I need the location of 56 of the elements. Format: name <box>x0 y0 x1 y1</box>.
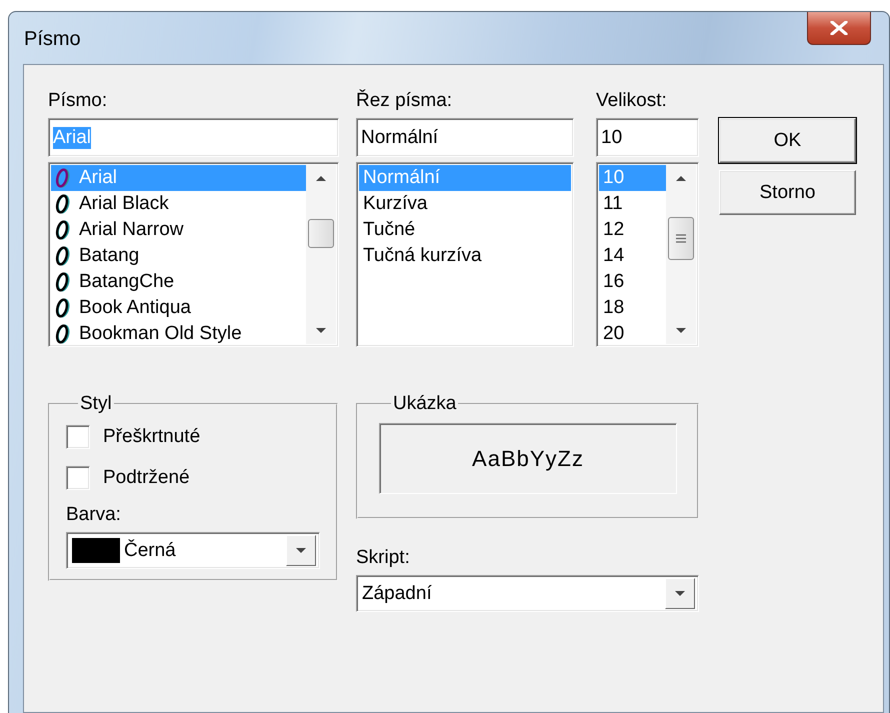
list-item[interactable]: 12 <box>599 217 666 243</box>
list-item[interactable]: Book Antiqua <box>51 295 306 321</box>
close-button[interactable] <box>807 12 871 45</box>
ring-icon <box>55 194 71 214</box>
down-arrow-icon <box>675 590 685 596</box>
checkbox[interactable] <box>66 425 90 449</box>
dialog-button[interactable]: Storno <box>719 170 856 215</box>
dropdown-button[interactable] <box>286 535 316 566</box>
field-label: Písmo: <box>48 90 108 113</box>
ring-icon <box>55 246 71 266</box>
list-item[interactable]: Arial Black <box>51 191 306 217</box>
field-label: Barva: <box>66 504 122 527</box>
group-title: Ukázka <box>392 393 458 415</box>
up-arrow-icon <box>316 175 326 181</box>
group-title: Styl <box>79 393 113 415</box>
scrollbar-thumb[interactable] <box>308 219 334 248</box>
scrollbar-thumb[interactable] <box>668 217 694 260</box>
checkbox-label: Přeškrtnuté <box>103 426 200 448</box>
ring-icon <box>55 324 71 344</box>
scrollbar[interactable] <box>306 165 336 344</box>
list-item[interactable]: Arial Narrow <box>51 217 306 243</box>
list-item[interactable]: Kurzíva <box>359 191 571 217</box>
text-field[interactable]: 10 <box>596 118 699 157</box>
list-item[interactable]: 11 <box>599 191 666 217</box>
down-arrow-icon <box>296 548 306 554</box>
field-label: Skript: <box>356 547 411 570</box>
list-item[interactable]: BatangChe <box>51 269 306 295</box>
preview-text: AaBbYyZz <box>472 446 584 472</box>
ring-icon <box>55 220 71 240</box>
dialog-button[interactable]: OK <box>719 118 856 163</box>
list-item[interactable]: 14 <box>599 243 666 269</box>
dropdown-button[interactable] <box>665 578 695 609</box>
close-icon <box>830 21 848 35</box>
text-field[interactable]: Normální <box>356 118 574 157</box>
color-dropdown[interactable]: Černá <box>66 532 320 569</box>
up-arrow-icon <box>676 175 686 181</box>
ring-icon <box>55 168 71 188</box>
list-item[interactable]: Batang <box>51 243 306 269</box>
list-item[interactable]: 16 <box>599 269 666 295</box>
window-title: Písmo <box>24 28 81 51</box>
list-item[interactable]: Tučné <box>359 217 571 243</box>
down-arrow-icon <box>316 328 326 334</box>
down-arrow-icon <box>676 328 686 334</box>
checkbox-label: Podtržené <box>103 467 190 489</box>
checkbox[interactable] <box>66 466 90 490</box>
ring-icon <box>55 298 71 318</box>
field-label: Velikost: <box>596 90 668 113</box>
list-item[interactable]: Tučná kurzíva <box>359 243 571 269</box>
script-dropdown[interactable]: Západní <box>356 575 699 612</box>
list-item[interactable]: 18 <box>599 295 666 321</box>
field-label: Řez písma: <box>356 90 454 113</box>
list-item[interactable]: 20 <box>599 321 666 346</box>
ring-icon <box>55 272 71 292</box>
grip-icon <box>676 234 686 243</box>
list-item[interactable]: Bookman Old Style <box>51 321 306 346</box>
scrollbar[interactable] <box>666 165 696 344</box>
